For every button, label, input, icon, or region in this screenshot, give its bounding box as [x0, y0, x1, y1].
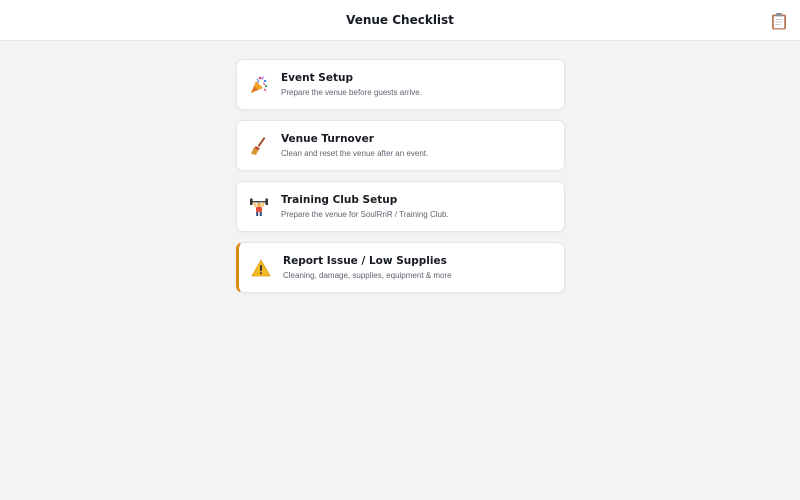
checklist-menu: Event Setup Prepare the venue before gue…: [236, 59, 565, 303]
weightlifter-icon: [249, 197, 269, 217]
top-bar: Venue Checklist: [0, 0, 800, 41]
card-description: Cleaning, damage, supplies, equipment & …: [283, 271, 452, 280]
party-popper-icon: [249, 75, 269, 95]
training-club-setup-card[interactable]: Training Club Setup Prepare the venue fo…: [236, 181, 565, 232]
card-description: Clean and reset the venue after an event…: [281, 149, 429, 158]
card-description: Prepare the venue before guests arrive.: [281, 88, 422, 97]
page-title: Venue Checklist: [346, 13, 454, 27]
card-title: Report Issue / Low Supplies: [283, 255, 447, 267]
venue-turnover-card[interactable]: Venue Turnover Clean and reset the venue…: [236, 120, 565, 171]
event-setup-card[interactable]: Event Setup Prepare the venue before gue…: [236, 59, 565, 110]
card-title: Venue Turnover: [281, 133, 374, 145]
card-title: Training Club Setup: [281, 194, 398, 206]
card-title: Event Setup: [281, 72, 353, 84]
report-issue-card[interactable]: Report Issue / Low Supplies Cleaning, da…: [236, 242, 565, 293]
card-description: Prepare the venue for SoulRnR / Training…: [281, 210, 449, 219]
warning-icon: [251, 258, 271, 278]
clipboard-icon[interactable]: [771, 12, 787, 30]
broom-icon: [249, 136, 269, 156]
